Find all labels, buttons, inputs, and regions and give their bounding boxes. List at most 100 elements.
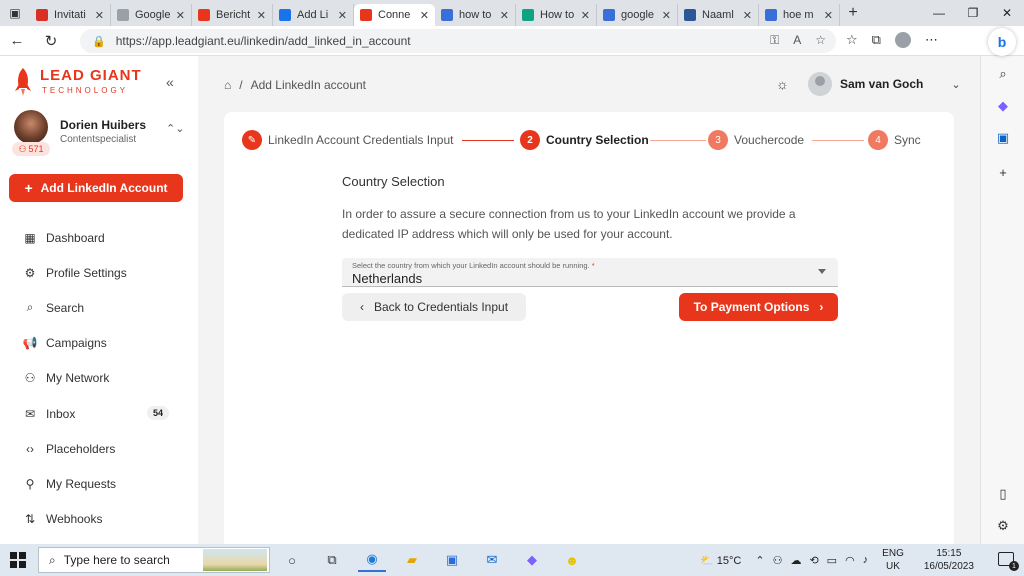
browser-tab[interactable]: Add Li ✕: [273, 4, 354, 26]
tab-favicon-icon: [441, 9, 453, 21]
step-credentials[interactable]: ✎ LinkedIn Account Credentials Input: [242, 130, 453, 150]
close-tab-icon[interactable]: ✕: [743, 9, 752, 22]
sidebar-item-inbox[interactable]: ✉ Inbox 54: [0, 396, 198, 431]
taskbar-search-input[interactable]: ⌕ Type here to search: [38, 547, 270, 573]
sidebar-item-search[interactable]: ⌕ Search: [0, 290, 198, 325]
account-menu[interactable]: Sam van Goch ⌄: [808, 72, 961, 96]
sidebar-item-campaigns[interactable]: 📢 Campaigns: [0, 326, 198, 361]
country-select-label: Select the country from which your Linke…: [352, 261, 595, 270]
browser-tab[interactable]: google ✕: [597, 4, 678, 26]
sidebar-item-profile-settings[interactable]: ⚙ Profile Settings: [0, 255, 198, 290]
minimize-icon[interactable]: —: [922, 0, 956, 26]
wifi-icon[interactable]: ◠: [845, 554, 855, 567]
breadcrumb-current: Add LinkedIn account: [250, 78, 367, 92]
collapse-sidebar-icon[interactable]: «: [166, 74, 174, 90]
restore-icon[interactable]: ❐: [956, 0, 990, 26]
sidebar-item-my-network[interactable]: ⚇ My Network: [0, 361, 198, 396]
close-tab-icon[interactable]: ✕: [581, 9, 590, 22]
url-field[interactable]: 🔒 https://app.leadgiant.eu/linkedin/add_…: [80, 29, 836, 53]
search-highlight-image: [203, 549, 267, 571]
favorite-add-icon[interactable]: ☆: [815, 33, 826, 48]
settings-icon[interactable]: ⚙: [993, 516, 1013, 536]
copilot-icon[interactable]: ◆: [518, 548, 546, 572]
collections-icon[interactable]: ⧉: [872, 32, 881, 48]
close-tab-icon[interactable]: ✕: [338, 9, 347, 22]
logo-sub-text: TECHNOLOGY: [42, 86, 129, 95]
battery-icon[interactable]: ▭: [827, 554, 837, 567]
badge-count: 571: [28, 144, 44, 154]
notification-icon[interactable]: [998, 552, 1019, 571]
close-tab-icon[interactable]: ✕: [500, 9, 509, 22]
main-card: ✎ LinkedIn Account Credentials Input 2 C…: [224, 112, 954, 544]
browser-tab[interactable]: Conne ✕: [354, 4, 435, 26]
browser-tab[interactable]: Naaml ✕: [678, 4, 759, 26]
clock[interactable]: 15:15 16/05/2023: [924, 547, 974, 573]
refresh-icon[interactable]: ↻: [34, 32, 68, 50]
file-explorer-icon[interactable]: ▰: [398, 548, 426, 572]
new-tab-button[interactable]: +: [840, 4, 866, 22]
chevron-up-icon[interactable]: ⌃: [755, 554, 764, 567]
weather-widget[interactable]: ⛅ 15°C: [700, 554, 741, 567]
favorites-icon[interactable]: ☆: [846, 32, 858, 48]
cortana-icon[interactable]: ○: [278, 548, 306, 572]
back-icon[interactable]: ←: [0, 32, 34, 49]
logo[interactable]: LEAD GIANT TECHNOLOGY: [14, 68, 142, 96]
address-bar: ← ↻ 🔒 https://app.leadgiant.eu/linkedin/…: [0, 26, 1024, 56]
user-role: Contentspecialist: [60, 134, 137, 145]
profile-avatar[interactable]: [894, 32, 911, 48]
add-linkedin-account-button[interactable]: + Add LinkedIn Account: [9, 174, 183, 202]
step-vouchercode[interactable]: 3 Vouchercode: [708, 130, 804, 150]
browser-tab[interactable]: Invitati ✕: [30, 4, 111, 26]
close-tab-icon[interactable]: ✕: [176, 9, 185, 22]
language-indicator[interactable]: ENG UK: [882, 547, 904, 573]
browser-tab[interactable]: hoe m ✕: [759, 4, 840, 26]
copilot-icon[interactable]: ◆: [993, 96, 1013, 116]
mail-icon[interactable]: ✉: [478, 548, 506, 572]
close-window-icon[interactable]: ✕: [990, 0, 1024, 26]
bing-icon[interactable]: b: [988, 28, 1016, 56]
snapchat-icon[interactable]: ☻: [558, 548, 586, 572]
tab-actions-icon[interactable]: ▣: [0, 0, 30, 26]
stepper: ✎ LinkedIn Account Credentials Input 2 C…: [242, 130, 942, 152]
chevron-updown-icon[interactable]: ⌃⌄: [166, 122, 184, 135]
close-tab-icon[interactable]: ✕: [420, 9, 429, 22]
sidebar-item-my-requests[interactable]: ⚲ My Requests: [0, 466, 198, 501]
browser-tab[interactable]: Bericht ✕: [192, 4, 273, 26]
sidebar-item-label: Campaigns: [46, 336, 107, 351]
sync-icon[interactable]: ⟲: [809, 554, 818, 567]
step-country-selection[interactable]: 2 Country Selection: [520, 130, 649, 150]
close-tab-icon[interactable]: ✕: [95, 9, 104, 22]
browser-tab[interactable]: how to ✕: [435, 4, 516, 26]
store-icon[interactable]: ▣: [438, 548, 466, 572]
browser-tab[interactable]: Google ✕: [111, 4, 192, 26]
sidebar-item-dashboard[interactable]: ▦ Dashboard: [0, 220, 198, 255]
browser-tab-strip: ▣ Invitati ✕ Google ✕ Bericht ✕ Add Li ✕ Conne ✕ h…: [0, 0, 1024, 26]
read-aloud-icon[interactable]: A: [793, 33, 801, 48]
tab-label: Invitati: [54, 9, 86, 21]
to-payment-options-button[interactable]: To Payment Options ›: [679, 293, 838, 321]
sidebar-toggle-icon[interactable]: ▯: [993, 484, 1013, 504]
country-select[interactable]: Select the country from which your Linke…: [342, 258, 838, 287]
close-tab-icon[interactable]: ✕: [257, 9, 266, 22]
user-profile[interactable]: ⚇ 571 Dorien Huibers Contentspecialist ⌃…: [12, 108, 188, 160]
volume-icon[interactable]: ♪: [863, 554, 869, 567]
sidebar-item-webhooks[interactable]: ⇅ Webhooks: [0, 502, 198, 537]
add-icon[interactable]: +: [993, 162, 1013, 182]
windows-start-icon[interactable]: [10, 552, 26, 568]
search-icon[interactable]: ⌕: [993, 64, 1013, 84]
task-view-icon[interactable]: ⧉: [318, 548, 346, 572]
step-sync[interactable]: 4 Sync: [868, 130, 921, 150]
close-tab-icon[interactable]: ✕: [662, 9, 671, 22]
home-icon[interactable]: ⌂: [224, 78, 231, 92]
cloud-icon[interactable]: ☁: [790, 554, 801, 567]
more-icon[interactable]: ⋯: [925, 32, 938, 48]
close-tab-icon[interactable]: ✕: [824, 9, 833, 22]
edge-icon[interactable]: ◉: [358, 548, 386, 572]
people-icon[interactable]: ⚇: [773, 554, 783, 567]
outlook-icon[interactable]: ▣: [993, 128, 1013, 148]
back-to-credentials-button[interactable]: ‹ Back to Credentials Input: [342, 293, 526, 321]
sidebar-item-placeholders[interactable]: ‹› Placeholders: [0, 431, 198, 466]
browser-tab[interactable]: How to ✕: [516, 4, 597, 26]
theme-toggle-icon[interactable]: ☼: [776, 76, 789, 92]
key-icon[interactable]: ⚿: [770, 33, 779, 48]
